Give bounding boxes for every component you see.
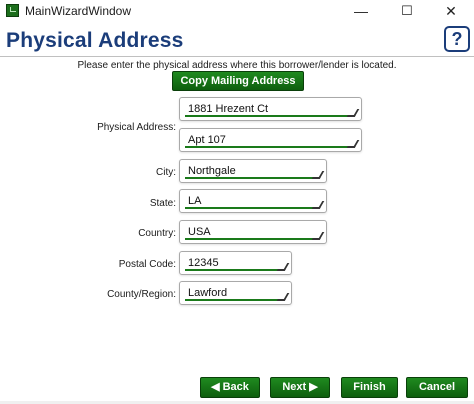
county-region-input[interactable]: Lawford	[179, 281, 292, 305]
physical-address-label: Physical Address:	[97, 122, 176, 133]
minimize-button[interactable]: —	[338, 0, 384, 22]
county-region-label: County/Region:	[107, 289, 176, 300]
postal-code-input[interactable]: 12345	[179, 251, 292, 275]
page-header: Physical Address ?	[0, 22, 474, 57]
address-line2-input[interactable]: Apt 107	[179, 128, 362, 152]
country-label: Country:	[138, 228, 176, 239]
title-bar: MainWizardWindow — ☐ ✕	[0, 0, 474, 22]
address-line1-value: 1881 Hrezent Ct	[188, 103, 269, 115]
page-title: Physical Address	[6, 29, 184, 52]
city-value: Northgale	[188, 165, 236, 177]
resize-corner-icon	[276, 263, 290, 271]
postal-code-label: Postal Code:	[118, 259, 176, 270]
next-button[interactable]: Next ▶	[270, 377, 330, 398]
field-underline	[185, 115, 352, 117]
window-title: MainWizardWindow	[25, 4, 132, 18]
field-underline	[185, 238, 317, 240]
resize-corner-icon	[276, 293, 290, 301]
app-icon	[6, 4, 19, 17]
copy-mailing-address-button[interactable]: Copy Mailing Address	[172, 71, 304, 91]
state-label: State:	[149, 198, 176, 209]
postal-code-value: 12345	[188, 257, 219, 269]
resize-corner-icon	[311, 201, 325, 209]
state-value: LA	[188, 195, 202, 207]
city-input[interactable]: Northgale	[179, 159, 327, 183]
field-underline	[185, 269, 282, 271]
state-input[interactable]: LA	[179, 189, 327, 213]
city-label: City:	[156, 167, 176, 178]
instructions-text: Please enter the physical address where …	[77, 60, 397, 71]
address-line2-value: Apt 107	[188, 134, 226, 146]
country-value: USA	[188, 226, 211, 238]
help-button[interactable]: ?	[444, 26, 470, 52]
country-input[interactable]: USA	[179, 220, 327, 244]
maximize-button[interactable]: ☐	[384, 0, 430, 22]
resize-corner-icon	[311, 232, 325, 240]
close-button[interactable]: ✕	[428, 0, 474, 22]
back-button[interactable]: ◀ Back	[200, 377, 260, 398]
help-icon: ?	[451, 29, 463, 49]
resize-corner-icon	[311, 171, 325, 179]
finish-button[interactable]: Finish	[341, 377, 398, 398]
field-underline	[185, 146, 352, 148]
resize-corner-icon	[346, 109, 360, 117]
field-underline	[185, 299, 282, 301]
cancel-button[interactable]: Cancel	[406, 377, 468, 398]
field-underline	[185, 207, 317, 209]
county-region-value: Lawford	[188, 287, 228, 299]
resize-corner-icon	[346, 140, 360, 148]
address-line1-input[interactable]: 1881 Hrezent Ct	[179, 97, 362, 121]
field-underline	[185, 177, 317, 179]
